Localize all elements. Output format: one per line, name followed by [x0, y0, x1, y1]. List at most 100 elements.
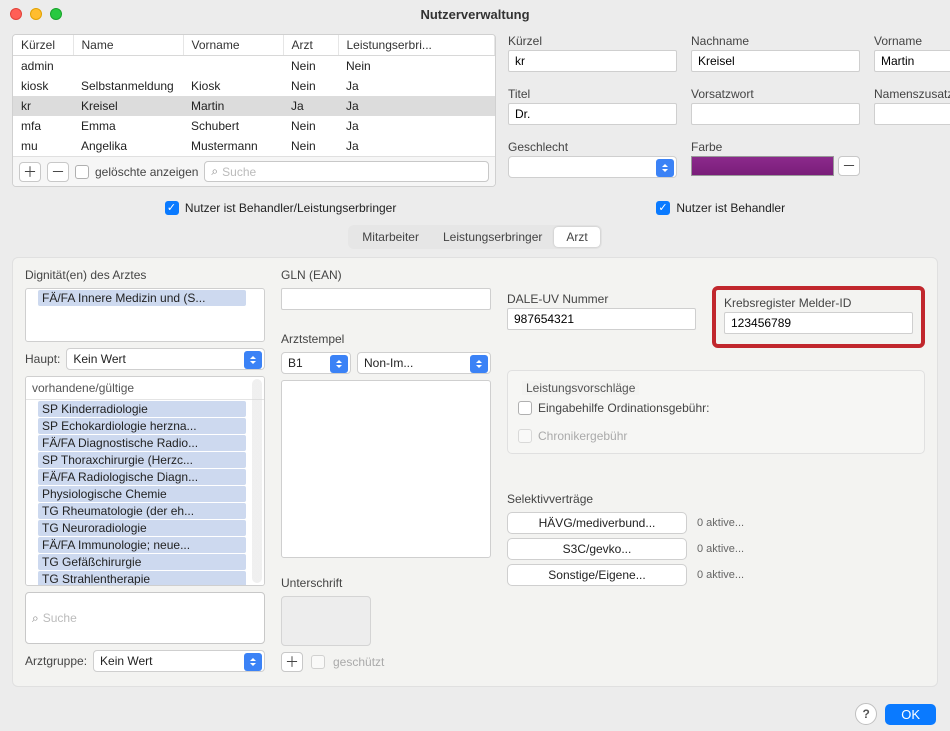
- vorsatz-input[interactable]: [691, 103, 860, 125]
- dignitaet-list-item[interactable]: FÄ/FA Radiologische Diagn...: [38, 469, 246, 485]
- table-row[interactable]: muAngelikaMustermannNeinJa: [13, 136, 495, 156]
- tab-mitarbeiter[interactable]: Mitarbeiter: [350, 227, 431, 247]
- table-cell: Selbstanmeldung: [73, 76, 183, 96]
- krebs-label: Krebsregister Melder-ID: [724, 296, 913, 310]
- dignitaet-search-input[interactable]: ⌕ Suche: [25, 592, 265, 644]
- signature-preview: [281, 596, 371, 646]
- table-row[interactable]: kioskSelbstanmeldungKioskNeinJa: [13, 76, 495, 96]
- table-column-header[interactable]: Kürzel: [13, 35, 73, 56]
- table-cell: Ja: [338, 136, 495, 156]
- table-cell: mu: [13, 136, 73, 156]
- selektiv-status: 0 aktive...: [697, 543, 744, 555]
- user-table[interactable]: KürzelNameVornameArztLeistungserbri... a…: [12, 34, 496, 187]
- table-column-header[interactable]: Name: [73, 35, 183, 56]
- zusatz-label: Namenszusatz: [874, 87, 950, 101]
- selektiv-button[interactable]: HÄVG/mediverbund...: [507, 512, 687, 534]
- gln-input[interactable]: [281, 288, 491, 310]
- table-cell: Nein: [338, 56, 495, 77]
- table-cell: Angelika: [73, 136, 183, 156]
- selektiv-button[interactable]: S3C/gevko...: [507, 538, 687, 560]
- vorname-input[interactable]: [874, 50, 950, 72]
- leistungsvorschlaege-header: Leistungsvorschläge: [522, 381, 639, 395]
- geschuetzt-label: geschützt: [333, 655, 384, 669]
- gln-label: GLN (EAN): [281, 268, 491, 282]
- selektiv-status: 0 aktive...: [697, 517, 744, 529]
- behandler-checkbox[interactable]: [656, 201, 670, 215]
- haupt-select[interactable]: Kein Wert: [66, 348, 265, 370]
- table-cell: Ja: [338, 76, 495, 96]
- chevron-updown-icon: [244, 653, 262, 671]
- dignitaet-list-item[interactable]: TG Strahlentherapie: [38, 571, 246, 586]
- table-cell: Nein: [283, 136, 338, 156]
- stempel-mode-select[interactable]: Non-Im...: [357, 352, 491, 374]
- dignitaet-list-item[interactable]: TG Gefäßchirurgie: [38, 554, 246, 570]
- dignitaet-list-item[interactable]: SP Thoraxchirurgie (Herzc...: [38, 452, 246, 468]
- ordination-checkbox[interactable]: [518, 401, 532, 415]
- selektiv-status: 0 aktive...: [697, 569, 744, 581]
- color-swatch[interactable]: [691, 156, 834, 176]
- chroniker-checkbox[interactable]: [518, 429, 532, 443]
- table-column-header[interactable]: Leistungserbri...: [338, 35, 495, 56]
- chevron-updown-icon: [330, 355, 348, 373]
- table-row[interactable]: mfaEmmaSchubertNeinJa: [13, 116, 495, 136]
- table-cell: mfa: [13, 116, 73, 136]
- scrollbar[interactable]: [252, 379, 262, 583]
- unterschrift-label: Unterschrift: [281, 576, 491, 590]
- arztgruppe-select[interactable]: Kein Wert: [93, 650, 265, 672]
- add-user-button[interactable]: ＋: [19, 162, 41, 182]
- dignitaet-list-item[interactable]: Physiologische Chemie: [38, 486, 246, 502]
- remove-user-button[interactable]: －: [47, 162, 69, 182]
- table-cell: Mustermann: [183, 136, 283, 156]
- table-cell: Ja: [338, 116, 495, 136]
- table-column-header[interactable]: Vorname: [183, 35, 283, 56]
- chevron-updown-icon: [470, 355, 488, 373]
- tab-arzt[interactable]: Arzt: [554, 227, 599, 247]
- dignitaet-list-item[interactable]: SP Kinderradiologie: [38, 401, 246, 417]
- geschuetzt-checkbox[interactable]: [311, 655, 325, 669]
- dignitaet-list-item[interactable]: FÄ/FA Immunologie; neue...: [38, 537, 246, 553]
- tab-leistungserbringer[interactable]: Leistungserbringer: [431, 227, 554, 247]
- table-cell: Nein: [283, 76, 338, 96]
- add-signature-button[interactable]: ＋: [281, 652, 303, 672]
- vorsatz-label: Vorsatzwort: [691, 87, 860, 101]
- table-row[interactable]: krKreiselMartinJaJa: [13, 96, 495, 116]
- selektiv-button[interactable]: Sonstige/Eigene...: [507, 564, 687, 586]
- table-cell: kiosk: [13, 76, 73, 96]
- zusatz-input[interactable]: [874, 103, 950, 125]
- table-cell: Kreisel: [73, 96, 183, 116]
- leistungserbringer-label: Nutzer ist Behandler/Leistungserbringer: [185, 201, 396, 215]
- table-cell: Martin: [183, 96, 283, 116]
- search-icon: ⌕: [32, 611, 39, 626]
- table-cell: Nein: [283, 56, 338, 77]
- dignitaet-list-item[interactable]: TG Neuroradiologie: [38, 520, 246, 536]
- table-cell: kr: [13, 96, 73, 116]
- dignitaet-list-item[interactable]: TG Rheumatologie (der eh...: [38, 503, 246, 519]
- stempel-select[interactable]: B1: [281, 352, 351, 374]
- dignitaet-list-item[interactable]: FÄ/FA Diagnostische Radio...: [38, 435, 246, 451]
- titel-input[interactable]: [508, 103, 677, 125]
- table-cell: [73, 56, 183, 77]
- dignitaet-list-item[interactable]: SP Echokardiologie herzna...: [38, 418, 246, 434]
- table-cell: Nein: [283, 116, 338, 136]
- nachname-label: Nachname: [691, 34, 860, 48]
- ordination-label: Eingabehilfe Ordinationsgebühr:: [538, 401, 709, 415]
- nachname-input[interactable]: [691, 50, 860, 72]
- arztgruppe-label: Arztgruppe:: [25, 654, 87, 668]
- leistungserbringer-checkbox[interactable]: [165, 201, 179, 215]
- window-title: Nutzerverwaltung: [0, 7, 950, 22]
- table-row[interactable]: adminNeinNein: [13, 56, 495, 77]
- geschlecht-select[interactable]: [508, 156, 677, 178]
- clear-color-button[interactable]: －: [838, 156, 860, 176]
- user-search-input[interactable]: ⌕ Suche: [204, 161, 489, 182]
- krebs-input[interactable]: [724, 312, 913, 334]
- show-deleted-checkbox[interactable]: [75, 165, 89, 179]
- dale-input[interactable]: [507, 308, 696, 330]
- geschlecht-label: Geschlecht: [508, 140, 677, 154]
- help-button[interactable]: ?: [855, 703, 877, 725]
- stempel-label: Arztstempel: [281, 332, 491, 346]
- kurzel-input[interactable]: [508, 50, 677, 72]
- dignitaet-item[interactable]: FÄ/FA Innere Medizin und (S...: [38, 290, 246, 306]
- ok-button[interactable]: OK: [885, 704, 936, 725]
- table-column-header[interactable]: Arzt: [283, 35, 338, 56]
- table-cell: Ja: [338, 96, 495, 116]
